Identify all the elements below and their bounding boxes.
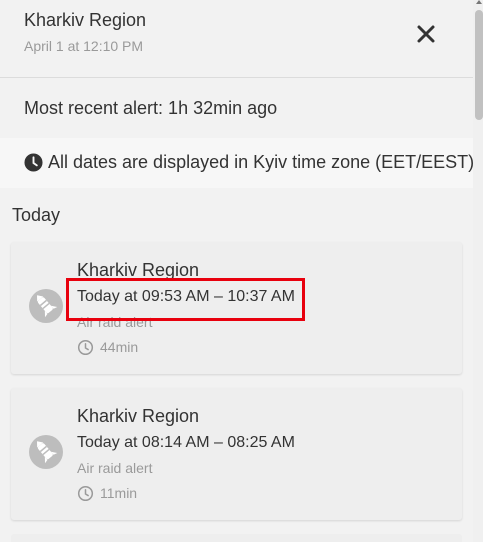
alert-card-partial[interactable] [11,534,462,542]
rocket-icon [29,435,63,469]
alert-type: Air raid alert [77,314,153,330]
region-title: Kharkiv Region [24,10,147,30]
alert-time-range: Today at 08:14 AM – 08:25 AM [77,434,295,451]
most-recent-alert: Most recent alert: 1h 32min ago [0,88,473,128]
scrollbar-thumb[interactable] [475,10,483,120]
panel-header: Kharkiv Region April 1 at 12:10 PM [0,0,473,78]
alert-card[interactable]: Kharkiv Region Today at 08:14 AM – 08:25… [11,388,462,520]
alert-region: Kharkiv Region [77,260,200,280]
scrollbar[interactable] [473,0,483,542]
clock-filled-icon [24,153,43,172]
section-label-today: Today [12,205,61,225]
clock-icon [77,339,94,356]
alert-type: Air raid alert [77,460,153,476]
close-button[interactable] [412,20,440,48]
alert-time-range: Today at 09:53 AM – 10:37 AM [77,288,295,305]
timezone-text: All dates are displayed in Kyiv time zon… [48,152,473,172]
alert-card[interactable]: Kharkiv Region Today at 09:53 AM – 10:37… [11,242,462,374]
close-icon[interactable] [412,20,440,48]
alert-duration-text: 11min [100,485,138,501]
alert-history-panel: Kharkiv Region April 1 at 12:10 PM Most … [0,0,473,542]
timezone-note: All dates are displayed in Kyiv time zon… [0,138,473,188]
rocket-icon [29,289,63,323]
alert-region: Kharkiv Region [77,406,200,426]
scroll-up-arrow-icon[interactable] [476,0,482,4]
region-timestamp: April 1 at 12:10 PM [24,38,144,54]
clock-icon [77,485,94,502]
alert-duration-text: 44min [100,339,139,355]
